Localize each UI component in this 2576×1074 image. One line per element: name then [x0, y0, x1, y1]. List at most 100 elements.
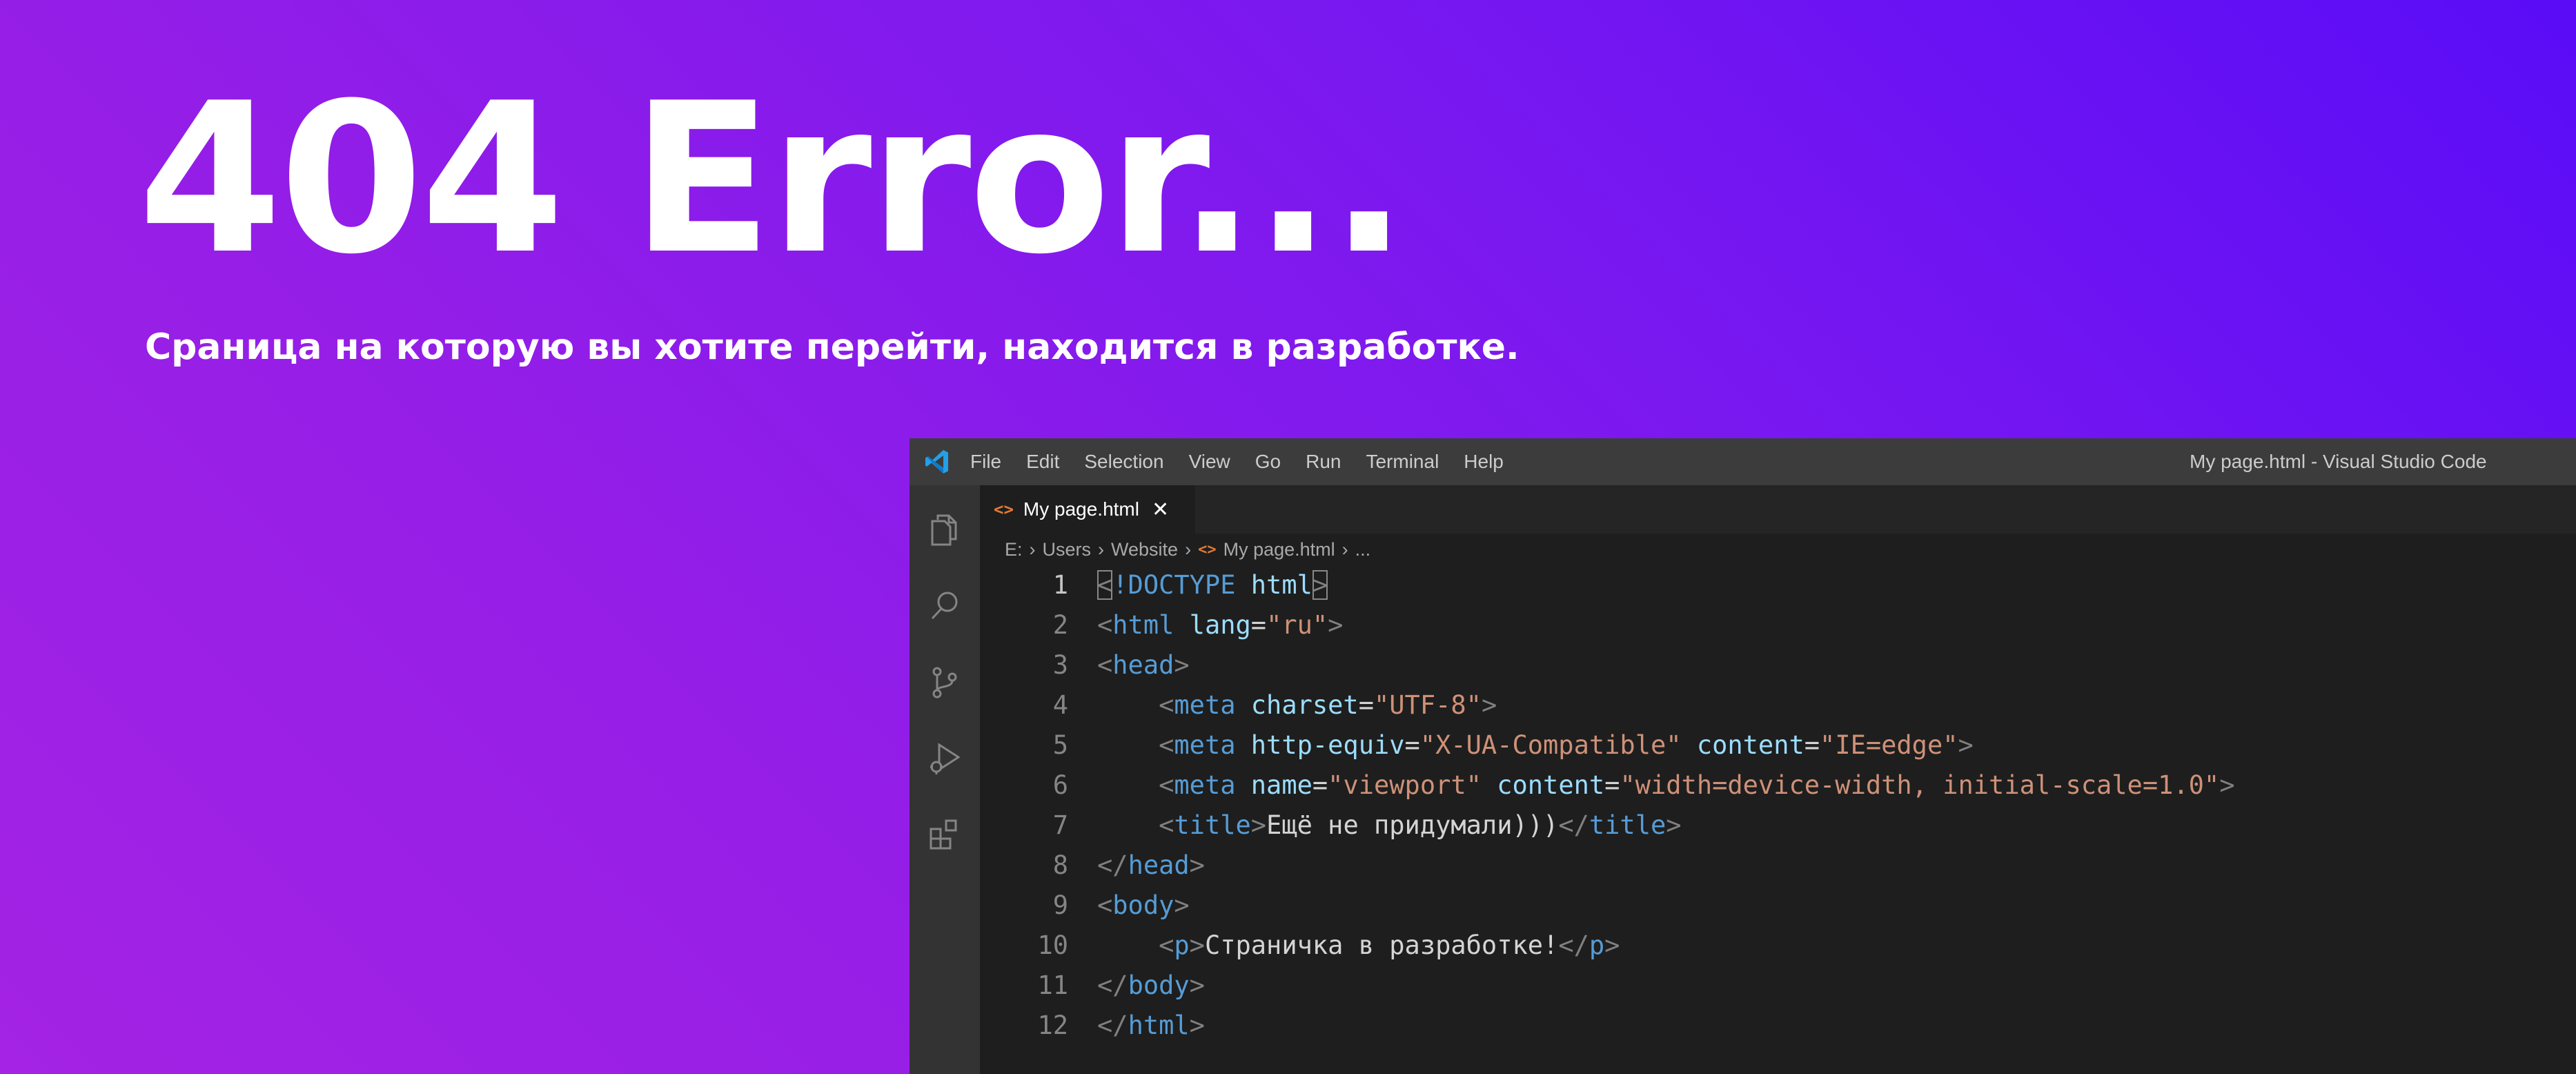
chevron-right-icon: ›: [1185, 538, 1192, 560]
code-token: >: [2219, 770, 2235, 800]
code-line[interactable]: 7 <title>Ещё не придумали)))</title>: [980, 806, 2576, 846]
code-line[interactable]: 11 </body>: [980, 966, 2576, 1006]
code-token: body: [1128, 970, 1190, 1000]
line-number: 3: [1052, 650, 1068, 680]
vscode-logo-icon[interactable]: [922, 447, 952, 477]
breadcrumb-item-file[interactable]: My page.html: [1223, 539, 1335, 560]
code-token: content: [1696, 730, 1805, 760]
code-token: >: [1189, 970, 1205, 1000]
code-token: !DOCTYPE: [1112, 570, 1236, 600]
menu-help[interactable]: Help: [1464, 451, 1504, 473]
code-line[interactable]: 10 <p>Страничка в разработке!</p>: [980, 926, 2576, 966]
code-token: </: [1558, 930, 1589, 960]
run-debug-icon[interactable]: [928, 742, 961, 775]
code-token: <: [1159, 930, 1174, 960]
line-code: <meta charset="UTF-8">: [1097, 685, 1497, 725]
chevron-right-icon: ›: [1098, 538, 1105, 560]
code-token: <: [1159, 690, 1174, 720]
menu-view[interactable]: View: [1189, 451, 1230, 473]
code-line[interactable]: 1 <!DOCTYPE html>: [980, 565, 2576, 605]
code-token: title: [1174, 810, 1251, 840]
extensions-icon[interactable]: [928, 818, 961, 851]
menu-edit[interactable]: Edit: [1026, 451, 1059, 473]
menu-selection[interactable]: Selection: [1084, 451, 1163, 473]
code-token: </: [1097, 970, 1128, 1000]
html-file-icon: <>: [994, 500, 1014, 519]
tabs-bar: <> My page.html ✕: [980, 485, 2576, 534]
tab-my-page-html[interactable]: <> My page.html ✕: [980, 485, 1195, 534]
code-editor[interactable]: 1 <!DOCTYPE html> 2 <html lang="ru"> 3 <head>…: [980, 565, 2576, 1074]
code-line[interactable]: 4 <meta charset="UTF-8">: [980, 685, 2576, 725]
code-token: =: [1250, 610, 1267, 640]
code-token: http-equiv: [1250, 730, 1405, 760]
code-token: </: [1097, 1010, 1128, 1040]
code-line[interactable]: 5 <meta http-equiv="X-UA-Compatible" con…: [980, 725, 2576, 765]
code-token: >: [1666, 810, 1682, 840]
line-number: 2: [1052, 610, 1068, 640]
line-code: <title>Ещё не придумали)))</title>: [1097, 806, 1682, 846]
breadcrumb-item-more[interactable]: ...: [1355, 539, 1371, 560]
breadcrumb-item-drive[interactable]: E:: [1005, 539, 1023, 560]
code-line[interactable]: 9 <body>: [980, 886, 2576, 926]
breadcrumb: E: › Users › Website › <> My page.html ›…: [1005, 534, 1370, 565]
line-number: 5: [1052, 730, 1068, 760]
code-line[interactable]: 2 <html lang="ru">: [980, 605, 2576, 645]
chevron-right-icon: ›: [1029, 538, 1036, 560]
menu-run[interactable]: Run: [1306, 451, 1341, 473]
code-token: name: [1250, 770, 1312, 800]
code-token: >: [1189, 1010, 1205, 1040]
code-line[interactable]: 8 </head>: [980, 846, 2576, 886]
line-code: <html lang="ru">: [1097, 605, 1343, 645]
menu-go[interactable]: Go: [1255, 451, 1281, 473]
close-icon[interactable]: ✕: [1152, 498, 1169, 522]
code-token: <: [1097, 570, 1113, 600]
line-number: 11: [1037, 970, 1068, 1000]
search-icon[interactable]: [928, 589, 961, 622]
code-token: <: [1097, 650, 1113, 680]
line-number: 10: [1037, 930, 1068, 960]
code-token: </: [1097, 850, 1128, 880]
code-token: head: [1128, 850, 1190, 880]
code-token: Ещё не придумали))): [1266, 810, 1559, 840]
code-line[interactable]: 6 <meta name="viewport" content="width=d…: [980, 765, 2576, 806]
code-token: meta: [1174, 690, 1236, 720]
code-token: title: [1589, 810, 1666, 840]
breadcrumb-item-website[interactable]: Website: [1111, 539, 1178, 560]
breadcrumb-item-users[interactable]: Users: [1043, 539, 1092, 560]
code-token: html: [1128, 1010, 1190, 1040]
window-title: My page.html - Visual Studio Code: [2190, 451, 2487, 472]
code-token: =: [1404, 730, 1420, 760]
code-line[interactable]: 12 </html>: [980, 1006, 2576, 1046]
vscode-window: File Edit Selection View Go Run Terminal…: [910, 438, 2576, 1074]
code-token: body: [1112, 890, 1174, 920]
code-token: >: [1174, 650, 1190, 680]
line-number: 7: [1052, 810, 1068, 840]
code-token: >: [1958, 730, 1974, 760]
hero-subtitle: Сраница на которую вы хотите перейти, на…: [145, 326, 1520, 368]
menu-file[interactable]: File: [970, 451, 1001, 473]
line-number: 4: [1052, 690, 1068, 720]
line-number: 12: [1037, 1010, 1068, 1040]
code-token: html: [1250, 570, 1312, 600]
code-line[interactable]: 3 <head>: [980, 645, 2576, 685]
code-token: head: [1112, 650, 1174, 680]
code-token: =: [1358, 690, 1374, 720]
line-code: <head>: [1097, 645, 1190, 685]
line-number: 8: [1052, 850, 1068, 880]
explorer-icon[interactable]: [928, 513, 961, 546]
code-token: charset: [1250, 690, 1359, 720]
code-token: =: [1804, 730, 1820, 760]
source-control-icon[interactable]: [928, 666, 961, 699]
line-code: </body>: [1097, 966, 1205, 1006]
line-number: 6: [1052, 770, 1068, 800]
code-token: <: [1097, 890, 1113, 920]
menu-terminal[interactable]: Terminal: [1366, 451, 1439, 473]
code-token: p: [1174, 930, 1190, 960]
code-token: >: [1481, 690, 1497, 720]
code-token: </: [1558, 810, 1589, 840]
code-token: "UTF-8": [1374, 690, 1482, 720]
code-token: <: [1097, 610, 1113, 640]
code-token: meta: [1174, 770, 1236, 800]
